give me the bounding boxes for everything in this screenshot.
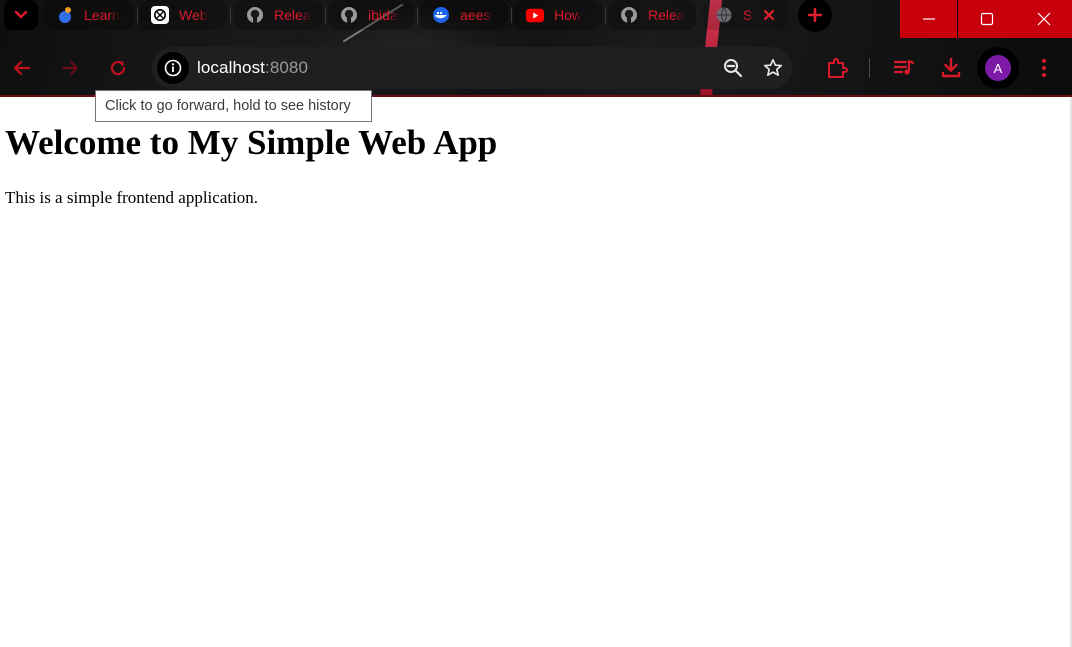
extensions-button[interactable] (824, 55, 850, 81)
forward-tooltip: Click to go forward, hold to see history (95, 90, 372, 122)
tab-separator (511, 7, 512, 23)
plus-icon (808, 8, 822, 22)
tab-separator (230, 7, 231, 23)
star-icon (763, 58, 783, 77)
maximize-button[interactable] (958, 0, 1015, 38)
docker-icon (432, 6, 450, 24)
minimize-button[interactable] (900, 0, 957, 38)
tab-release-2[interactable]: Relea (608, 0, 696, 30)
arrow-right-icon (61, 60, 79, 76)
toolbar-separator (869, 58, 870, 78)
window-close-button[interactable] (1015, 0, 1072, 38)
tab-label: How (554, 7, 583, 23)
tab-label: S (743, 7, 753, 23)
app-icon (56, 6, 74, 24)
profile-button[interactable]: A (977, 47, 1019, 89)
tab-close-button[interactable] (758, 4, 780, 26)
zoom-out-icon (724, 59, 743, 78)
tab-label: Relea (648, 7, 685, 23)
web-page-content: Welcome to My Simple Web App This is a s… (0, 97, 1072, 647)
reload-icon (110, 60, 126, 76)
url-text[interactable]: localhost:8080 (197, 58, 308, 78)
playlist-music-icon (893, 59, 915, 75)
close-icon (1037, 12, 1050, 26)
more-vertical-icon (1042, 59, 1046, 77)
new-tab-button[interactable] (798, 0, 832, 32)
tab-release-1[interactable]: Relea (234, 0, 322, 30)
tab-label: Learn (84, 7, 120, 23)
info-icon (164, 59, 182, 77)
bookmark-button[interactable] (761, 56, 785, 80)
avatar: A (985, 55, 1011, 81)
tab-search-button[interactable] (4, 0, 38, 30)
tab-aeesl[interactable]: aeesl (420, 0, 508, 30)
tab-learn[interactable]: Learn (44, 0, 134, 30)
tab-web[interactable]: Web (139, 0, 227, 30)
tab-how[interactable]: How (514, 0, 602, 30)
tab-separator (417, 7, 418, 23)
url-host: localhost (197, 58, 265, 77)
tab-label: Web (179, 7, 208, 23)
url-port: :8080 (265, 58, 309, 77)
arrow-left-icon (13, 60, 31, 76)
site-info-button[interactable] (157, 52, 189, 84)
forward-button[interactable] (57, 55, 83, 81)
youtube-icon (526, 6, 544, 24)
minimize-icon (922, 18, 935, 20)
github-icon (246, 6, 264, 24)
tab-separator (605, 7, 606, 23)
chatgpt-icon (151, 6, 169, 24)
tab-label: ibida (368, 7, 398, 23)
page-heading: Welcome to My Simple Web App (5, 123, 498, 162)
globe-icon (715, 6, 733, 24)
maximize-icon (980, 12, 993, 26)
menu-button[interactable] (1031, 55, 1057, 81)
address-bar[interactable]: localhost:8080 (152, 47, 792, 89)
puzzle-icon (828, 58, 848, 78)
page-paragraph: This is a simple frontend application. (5, 188, 259, 207)
zoom-button[interactable] (721, 56, 745, 80)
back-button[interactable] (9, 55, 35, 81)
media-controls-button[interactable] (891, 55, 917, 81)
github-icon (340, 6, 358, 24)
tab-ibida[interactable]: ibida (328, 0, 414, 30)
download-icon (941, 57, 961, 78)
downloads-button[interactable] (938, 55, 964, 81)
close-icon (763, 9, 775, 21)
tab-separator (137, 7, 138, 23)
tab-separator (325, 7, 326, 23)
tab-label: Relea (274, 7, 311, 23)
github-icon (620, 6, 638, 24)
tab-label: aeesl (460, 7, 494, 23)
chevron-down-icon (14, 10, 28, 19)
browser-chrome: Learn Web Relea ibida aeesl How Relea S … (0, 0, 1072, 97)
reload-button[interactable] (105, 55, 131, 81)
